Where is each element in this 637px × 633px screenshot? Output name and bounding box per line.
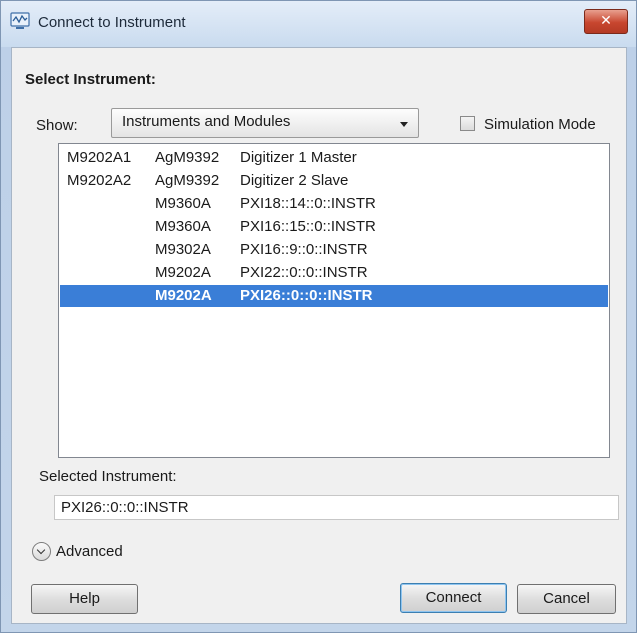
expand-circle-icon[interactable]	[32, 542, 51, 561]
show-label: Show:	[36, 117, 78, 134]
simulation-mode-checkbox[interactable]	[460, 116, 475, 131]
instrument-resource: PXI18::14::0::INSTR	[240, 195, 376, 212]
close-icon: ✕	[600, 13, 612, 29]
section-title: Select Instrument:	[25, 71, 156, 88]
instrument-model: AgM9392	[155, 172, 220, 189]
list-item-selected[interactable]: M9202A PXI26::0::0::INSTR	[60, 285, 608, 307]
instrument-model: M9360A	[155, 218, 211, 235]
connect-button[interactable]: Connect	[400, 583, 507, 613]
instrument-connect-icon	[10, 12, 30, 29]
show-dropdown-value: Instruments and Modules	[122, 113, 291, 130]
selected-instrument-field[interactable]: PXI26::0::0::INSTR	[54, 495, 619, 520]
list-item[interactable]: M9202A1 AgM9392 Digitizer 1 Master	[60, 147, 608, 169]
dialog-body: Select Instrument: Show: Instruments and…	[11, 47, 627, 624]
list-item[interactable]: M9302A PXI16::9::0::INSTR	[60, 239, 608, 261]
instrument-alias: M9202A2	[67, 172, 132, 189]
title-bar[interactable]: Connect to Instrument ✕	[1, 1, 636, 47]
instrument-model: M9360A	[155, 195, 211, 212]
instrument-resource: PXI16::9::0::INSTR	[240, 241, 368, 258]
list-item[interactable]: M9360A PXI18::14::0::INSTR	[60, 193, 608, 215]
instrument-resource: Digitizer 1 Master	[240, 149, 357, 166]
selected-instrument-value: PXI26::0::0::INSTR	[61, 499, 189, 516]
show-dropdown[interactable]: Instruments and Modules	[111, 108, 419, 138]
connect-dialog-window: Connect to Instrument ✕ Select Instrumen…	[0, 0, 637, 633]
close-button[interactable]: ✕	[584, 9, 628, 34]
instrument-model: M9302A	[155, 241, 211, 258]
list-item[interactable]: M9202A2 AgM9392 Digitizer 2 Slave	[60, 170, 608, 192]
instrument-resource: PXI16::15::0::INSTR	[240, 218, 376, 235]
advanced-toggle-label[interactable]: Advanced	[56, 543, 123, 560]
instrument-model: M9202A	[155, 264, 211, 281]
instrument-list[interactable]: M9202A1 AgM9392 Digitizer 1 Master M9202…	[58, 143, 610, 458]
instrument-model: M9202A	[155, 287, 212, 304]
instrument-alias: M9202A1	[67, 149, 132, 166]
selected-instrument-label: Selected Instrument:	[39, 468, 177, 485]
instrument-resource: PXI26::0::0::INSTR	[240, 287, 373, 304]
window-title: Connect to Instrument	[38, 14, 186, 31]
instrument-model: AgM9392	[155, 149, 220, 166]
instrument-resource: PXI22::0::0::INSTR	[240, 264, 368, 281]
instrument-resource: Digitizer 2 Slave	[240, 172, 349, 189]
list-item[interactable]: M9202A PXI22::0::0::INSTR	[60, 262, 608, 284]
chevron-down-icon	[400, 122, 408, 127]
list-item[interactable]: M9360A PXI16::15::0::INSTR	[60, 216, 608, 238]
help-button[interactable]: Help	[31, 584, 138, 614]
simulation-mode-label[interactable]: Simulation Mode	[484, 116, 596, 133]
cancel-button[interactable]: Cancel	[517, 584, 616, 614]
